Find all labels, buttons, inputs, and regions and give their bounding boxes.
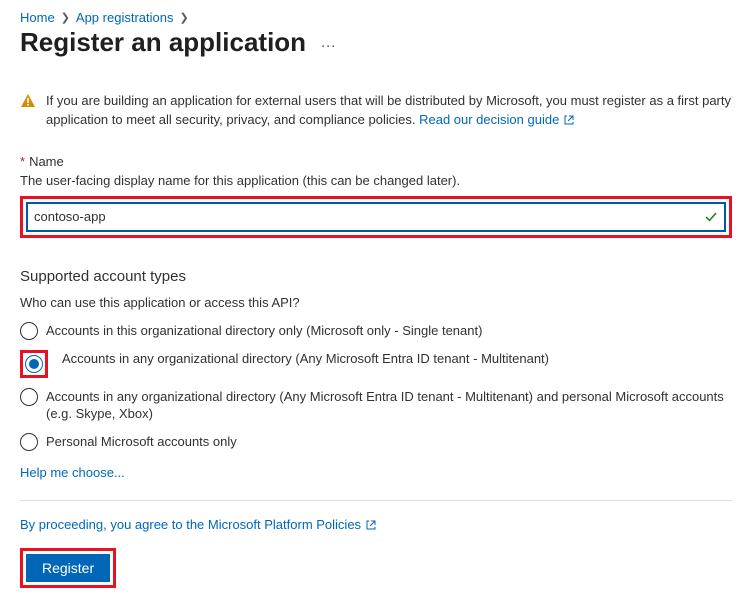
account-type-option-multitenant[interactable]: Accounts in any organizational directory… (20, 350, 732, 378)
platform-policies-link[interactable]: By proceeding, you agree to the Microsof… (20, 517, 377, 532)
radio-label: Accounts in this organizational director… (46, 322, 482, 340)
divider (20, 500, 732, 501)
account-types-question: Who can use this application or access t… (20, 295, 732, 310)
radio-highlight (20, 350, 48, 378)
name-input-wrap[interactable] (26, 202, 726, 232)
required-indicator: * (20, 154, 25, 169)
first-party-warning-banner: If you are building an application for e… (20, 92, 732, 132)
radio-label: Personal Microsoft accounts only (46, 433, 237, 451)
warning-icon (20, 92, 36, 109)
chevron-right-icon: ❯ (179, 11, 188, 24)
radio-icon[interactable] (25, 355, 43, 373)
breadcrumb-app-registrations[interactable]: App registrations (76, 10, 174, 25)
decision-guide-link[interactable]: Read our decision guide (419, 112, 575, 127)
breadcrumb: Home ❯ App registrations ❯ (20, 10, 732, 25)
name-help-text: The user-facing display name for this ap… (20, 173, 732, 188)
account-type-option-multitenant-personal[interactable]: Accounts in any organizational directory… (20, 388, 732, 423)
breadcrumb-home[interactable]: Home (20, 10, 55, 25)
more-actions-icon[interactable]: … (320, 34, 337, 52)
platform-policies-text: By proceeding, you agree to the Microsof… (20, 517, 732, 534)
banner-text: If you are building an application for e… (46, 92, 732, 132)
valid-check-icon (704, 210, 718, 224)
account-type-option-personal-only[interactable]: Personal Microsoft accounts only (20, 433, 732, 451)
external-link-icon (365, 519, 377, 534)
chevron-right-icon: ❯ (61, 11, 70, 24)
name-input-highlight (20, 196, 732, 238)
register-button-highlight: Register (20, 548, 116, 588)
name-label: *Name (20, 154, 732, 169)
radio-icon[interactable] (20, 388, 38, 406)
radio-icon[interactable] (20, 322, 38, 340)
radio-label: Accounts in any organizational directory… (62, 350, 549, 368)
register-button[interactable]: Register (26, 554, 110, 582)
radio-icon[interactable] (20, 433, 38, 451)
page-title: Register an application (20, 27, 306, 58)
external-link-icon (563, 113, 575, 132)
account-type-option-single-tenant[interactable]: Accounts in this organizational director… (20, 322, 732, 340)
name-input[interactable] (34, 209, 704, 224)
help-me-choose-link[interactable]: Help me choose... (20, 465, 125, 480)
radio-label: Accounts in any organizational directory… (46, 388, 732, 423)
account-type-radio-group: Accounts in this organizational director… (20, 322, 732, 451)
supported-account-types-heading: Supported account types (20, 268, 732, 285)
